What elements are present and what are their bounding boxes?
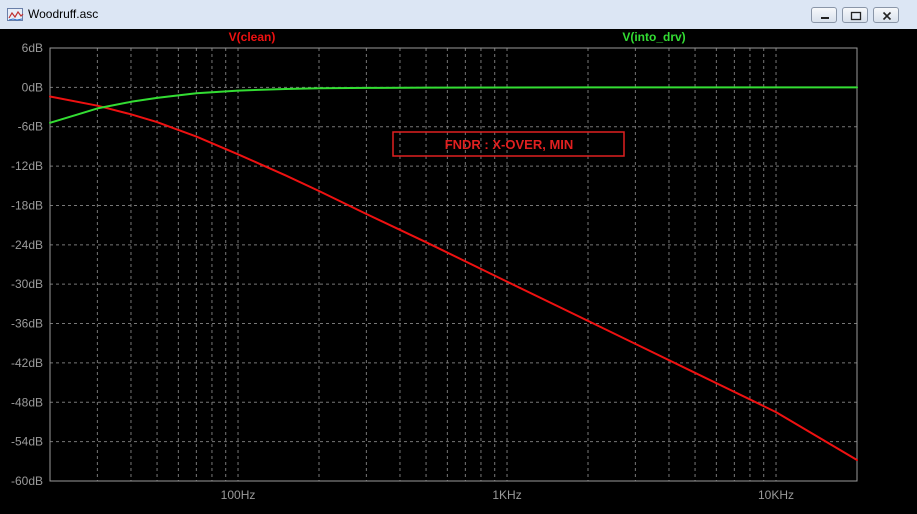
y-tick-label: 6dB xyxy=(22,41,43,55)
plot-frame xyxy=(49,47,858,482)
y-tick-label: -36dB xyxy=(11,317,43,331)
minimize-icon xyxy=(821,17,829,19)
window-titlebar[interactable]: Woodruff.asc xyxy=(0,0,917,30)
x-tick-label: 10KHz xyxy=(758,488,794,502)
y-tick-label: 0dB xyxy=(22,80,43,94)
y-tick-label: -24dB xyxy=(11,238,43,252)
y-tick-label: -6dB xyxy=(18,120,43,134)
y-tick-label: -12dB xyxy=(11,159,43,173)
y-tick-label: -60dB xyxy=(11,474,43,488)
legend-v-clean: V(clean) xyxy=(229,30,276,44)
minimize-button[interactable] xyxy=(811,7,837,23)
bode-plot[interactable]: 6dB 0dB -6dB -12dB -18dB -24dB -30dB -36dB -42dB… xyxy=(0,29,917,514)
x-tick-label: 100Hz xyxy=(221,488,256,502)
annotation-text: FNDR : X-OVER, MIN xyxy=(445,137,574,152)
legend-v-into-drv: V(into_drv) xyxy=(622,30,685,44)
series-line-v-into-drv xyxy=(49,86,858,124)
y-tick-label: -48dB xyxy=(11,395,43,409)
tick-label-layer: 6dB 0dB -6dB -12dB -18dB -24dB -30dB -36dB -42dB… xyxy=(11,41,794,502)
grid-layer xyxy=(50,48,857,481)
y-tick-label: -18dB xyxy=(11,198,43,212)
maximize-icon xyxy=(850,11,862,21)
maximize-button[interactable] xyxy=(842,7,868,23)
close-icon xyxy=(882,11,892,21)
window-title: Woodruff.asc xyxy=(28,7,99,21)
waveform-app-icon xyxy=(7,8,24,21)
y-tick-label: -54dB xyxy=(11,435,43,449)
x-tick-label: 1KHz xyxy=(492,488,521,502)
y-tick-label: -42dB xyxy=(11,356,43,370)
y-tick-label: -30dB xyxy=(11,277,43,291)
close-button[interactable] xyxy=(873,7,899,23)
